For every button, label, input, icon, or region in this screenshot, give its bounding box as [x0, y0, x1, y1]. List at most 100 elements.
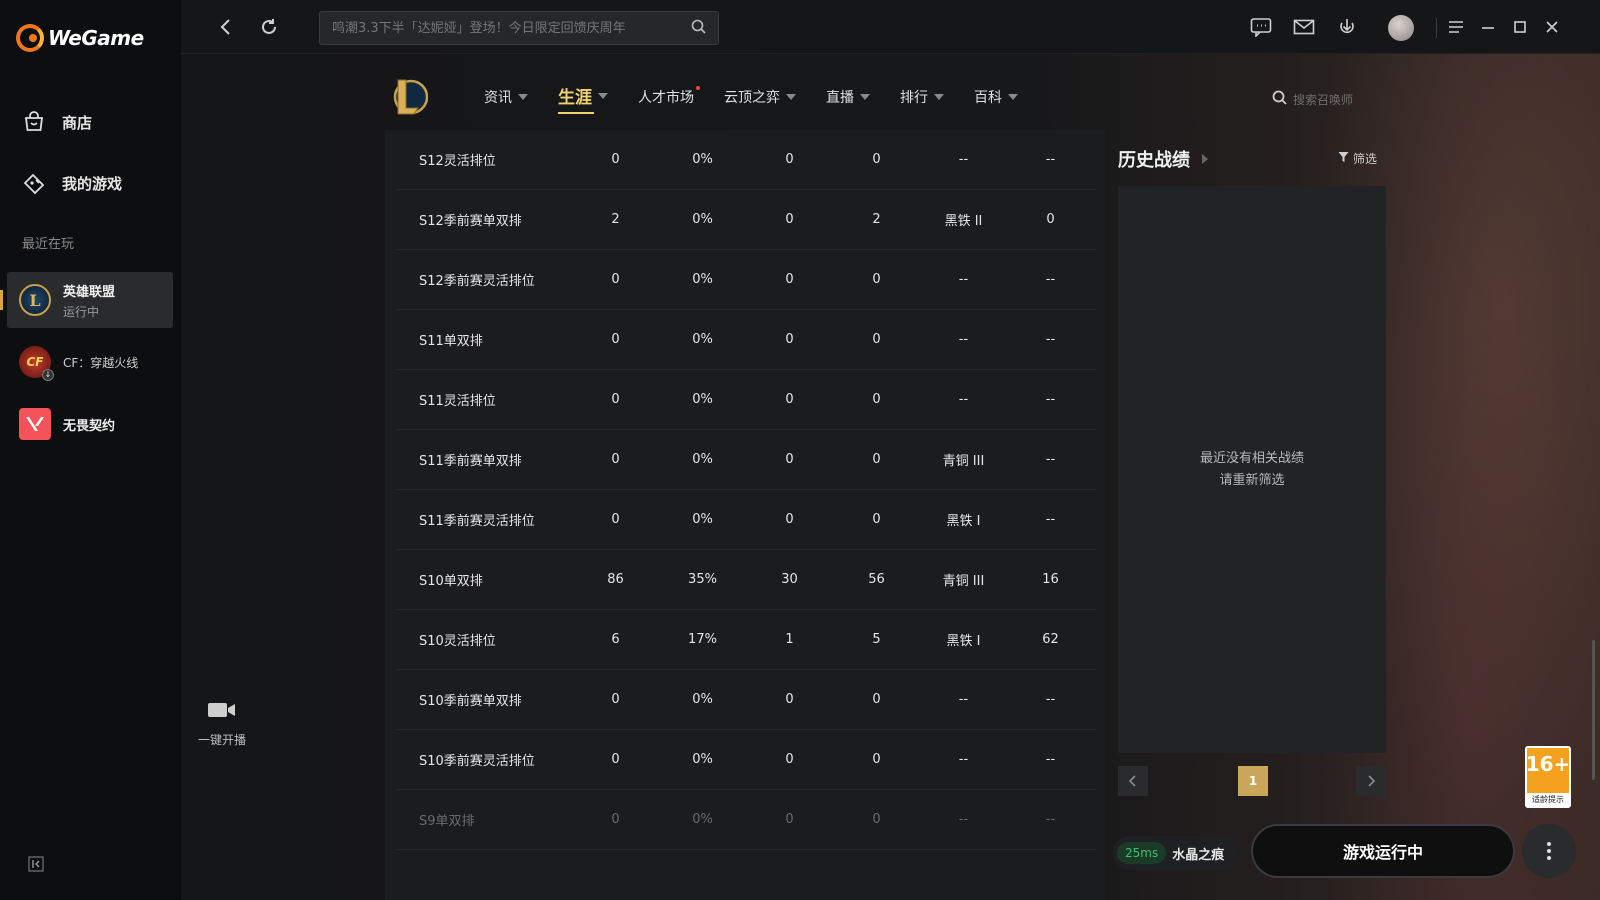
mail-icon[interactable] — [1291, 14, 1317, 40]
table-cell: -- — [958, 332, 969, 347]
cf-icon: CF ↓ — [19, 346, 54, 381]
tab-label: 直播 — [826, 90, 854, 106]
chevron-down-icon — [598, 92, 608, 99]
next-page-icon[interactable] — [1356, 766, 1386, 796]
table-cell: 86 — [607, 572, 624, 587]
season-queue-name: S11单双排 — [419, 334, 483, 349]
table-cell: 青铜 III — [942, 454, 985, 469]
table-row: S11单双排 0 0% 0 0 -- -- — [397, 310, 1097, 370]
table-row: S10季前赛单双排 0 0% 0 0 -- -- — [397, 670, 1097, 730]
start-stream-label: 一键开播 — [197, 733, 246, 747]
server-name: 水晶之痕 — [1172, 847, 1225, 863]
table-cell: 0% — [692, 152, 713, 167]
table-cell: -- — [1045, 272, 1056, 287]
table-cell: 0% — [692, 392, 713, 407]
page-number[interactable]: 1 — [1238, 766, 1268, 796]
table-cell: 17% — [688, 632, 717, 647]
search-input[interactable] — [332, 20, 691, 36]
maximize-icon[interactable] — [1507, 14, 1533, 40]
filter-label: 筛选 — [1353, 152, 1378, 166]
table-cell: 0 — [611, 152, 620, 167]
table-cell: 0 — [785, 272, 794, 287]
lol-logo-icon[interactable] — [390, 76, 429, 118]
table-cell: 0 — [785, 452, 794, 467]
age-rating-badge[interactable]: 16+ 适龄提示 — [1525, 746, 1571, 808]
table-cell: 0 — [785, 512, 794, 527]
table-cell: -- — [1045, 152, 1056, 167]
more-options-icon[interactable] — [1522, 824, 1576, 878]
scrollbar[interactable] — [1592, 640, 1595, 780]
table-cell: 黑铁 I — [946, 634, 981, 649]
history-pagination: 1 — [1118, 766, 1386, 796]
table-cell: -- — [1045, 392, 1056, 407]
wegame-logo[interactable]: WeGame — [16, 24, 144, 52]
game-name: 英雄联盟 — [63, 284, 116, 300]
table-cell: 0 — [785, 152, 794, 167]
tab-news[interactable]: 资讯 — [484, 86, 528, 108]
table-cell: 2 — [611, 212, 620, 227]
sidebar-item-shop[interactable]: 商店 — [22, 110, 92, 134]
table-cell: 0 — [611, 452, 620, 467]
sidebar-game-valorant[interactable]: 无畏契约 — [7, 396, 173, 452]
table-cell: 0 — [872, 812, 881, 827]
close-icon[interactable] — [1539, 14, 1565, 40]
table-cell: 0 — [611, 332, 620, 347]
search-icon[interactable] — [691, 19, 706, 38]
tab-career[interactable]: 生涯 — [558, 83, 608, 114]
tab-label: 排行 — [900, 90, 928, 106]
download-icon: ↓ — [42, 369, 54, 381]
table-cell: 0 — [611, 512, 620, 527]
user-avatar[interactable] — [1388, 15, 1414, 41]
toolbar-divider — [1436, 18, 1437, 38]
tab-wiki[interactable]: 百科 — [974, 86, 1018, 108]
season-queue-name: S11季前赛单双排 — [419, 454, 522, 469]
table-row: S11季前赛单双排 0 0% 0 0 青铜 III -- — [397, 430, 1097, 490]
tab-live[interactable]: 直播 — [826, 86, 870, 108]
download-manager-icon[interactable] — [1334, 14, 1360, 40]
filter-button[interactable]: 筛选 — [1338, 150, 1377, 167]
table-cell: 0% — [692, 752, 713, 767]
table-cell: 青铜 III — [942, 574, 985, 589]
sidebar-game-lol[interactable]: L 英雄联盟 运行中 — [0, 272, 173, 328]
table-cell: 0 — [872, 392, 881, 407]
table-cell: 16 — [1042, 572, 1059, 587]
prev-page-icon[interactable] — [1118, 766, 1148, 796]
season-queue-name: S11季前赛灵活排位 — [419, 514, 535, 529]
table-cell: 0% — [692, 272, 713, 287]
table-row: S12季前赛单双排 2 0% 0 2 黑铁 II 0 — [397, 190, 1097, 250]
table-row: S9单双排 0 0% 0 0 -- -- — [397, 790, 1097, 850]
game-status: 运行中 — [63, 304, 100, 319]
menu-icon[interactable] — [1443, 14, 1469, 40]
valorant-icon — [19, 408, 51, 440]
table-cell: 0 — [785, 212, 794, 227]
table-cell: 0 — [611, 272, 620, 287]
lol-nav: 资讯 生涯 人才市场 云顶之弈 直播 排行 百科 — [484, 83, 1048, 114]
history-title[interactable]: 历史战绩 — [1118, 146, 1208, 172]
back-icon[interactable] — [213, 14, 239, 40]
start-stream-button[interactable]: 一键开播 — [192, 700, 252, 748]
tab-talent-market[interactable]: 人才市场 — [638, 86, 700, 108]
season-queue-name: S10单双排 — [419, 574, 483, 589]
collapse-sidebar-icon[interactable] — [28, 856, 44, 872]
summoner-search[interactable]: 搜索召唤师 — [1272, 90, 1353, 108]
wegame-window: WeGame 商店 我的游戏 最近在玩 L 英雄联盟 运行中 CF ↓ CF：穿… — [0, 0, 1600, 900]
season-queue-name: S12灵活排位 — [419, 154, 496, 169]
game-name: 无畏契约 — [63, 418, 116, 434]
game-running-button[interactable]: 游戏运行中 — [1251, 824, 1515, 878]
tab-ranking[interactable]: 排行 — [900, 86, 944, 108]
server-status[interactable]: 25ms 水晶之痕 — [1113, 836, 1239, 870]
chat-icon[interactable] — [1248, 14, 1274, 40]
empty-message: 最近没有相关战绩 — [1199, 450, 1304, 466]
global-search[interactable] — [319, 11, 719, 45]
sidebar-game-cf[interactable]: CF ↓ CF：穿越火线 — [7, 334, 173, 390]
minimize-icon[interactable] — [1475, 14, 1501, 40]
tab-label: 人才市场 — [638, 90, 694, 106]
table-cell: 2 — [872, 212, 881, 227]
chevron-down-icon — [786, 94, 796, 100]
tab-tft[interactable]: 云顶之弈 — [724, 86, 796, 108]
age-rating-number: 16+ — [1525, 752, 1571, 776]
sidebar-item-my-games[interactable]: 我的游戏 — [22, 171, 122, 195]
refresh-icon[interactable] — [256, 14, 282, 40]
table-cell: -- — [958, 812, 969, 827]
table-row: S10季前赛灵活排位 0 0% 0 0 -- -- — [397, 730, 1097, 790]
